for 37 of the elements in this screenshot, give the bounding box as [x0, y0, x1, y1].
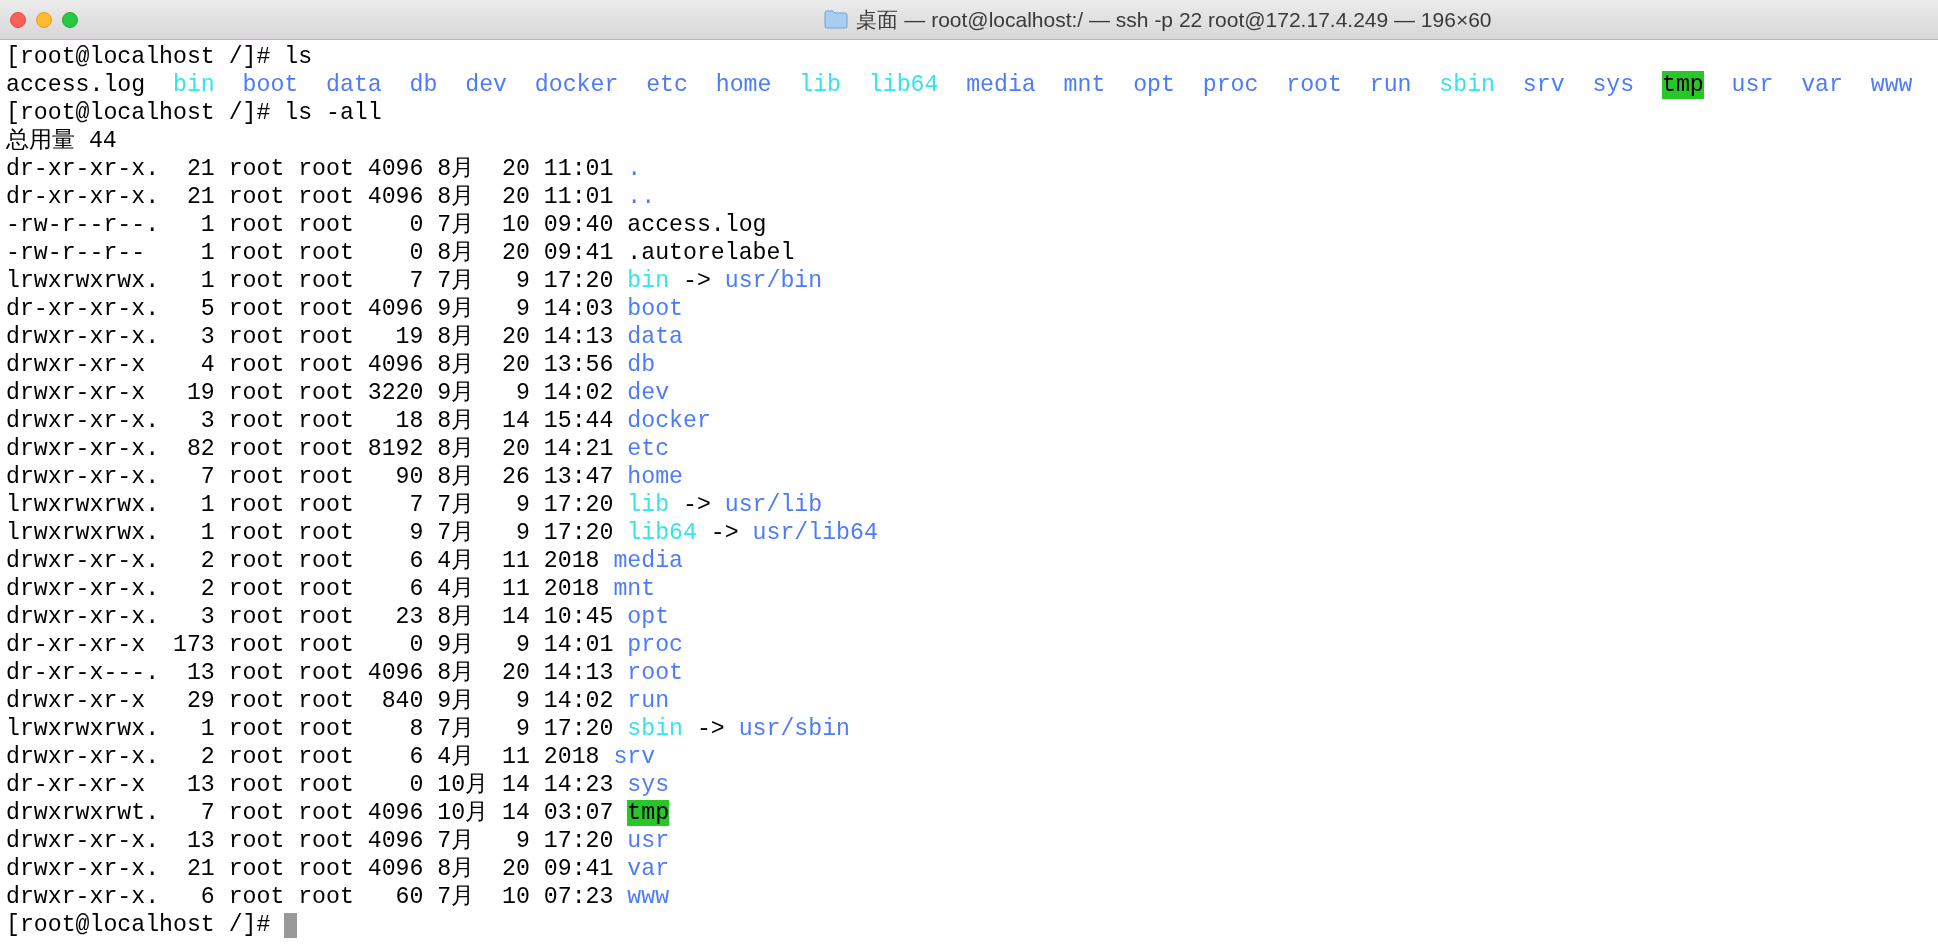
- terminal-line: drwxr-xr-x. 7 root root 90 8月 26 13:47 home: [6, 463, 683, 491]
- terminal-line: lrwxrwxrwx. 1 root root 7 7月 9 17:20 bin -> usr/bin: [6, 267, 823, 295]
- terminal-line: drwxrwxrwt. 7 root root 4096 10月 14 03:07 tmp: [6, 799, 670, 827]
- terminal-line: drwxr-xr-x. 2 root root 6 4月 11 2018 mnt: [6, 575, 656, 603]
- window-title: 桌面 — root@localhost:/ — ssh -p 22 root@172.17.4.249 — 196×60: [856, 6, 1492, 33]
- terminal-line: drwxr-xr-x. 2 root root 6 4月 11 2018 media: [6, 547, 683, 575]
- minimize-button[interactable]: [36, 11, 52, 28]
- terminal-line: -rw-r--r--. 1 root root 0 7月 10 09:40 access.log: [6, 211, 767, 239]
- terminal-line: dr-xr-xr-x. 21 root root 4096 8月 20 11:01 ..: [6, 183, 656, 211]
- terminal-line: drwxr-xr-x. 3 root root 19 8月 20 14:13 data: [6, 323, 683, 351]
- zoom-button[interactable]: [62, 11, 78, 28]
- terminal-line: 总用量 44: [6, 127, 117, 155]
- terminal-line: lrwxrwxrwx. 1 root root 8 7月 9 17:20 sbin -> usr/sbin: [6, 715, 850, 743]
- folder-icon: [824, 10, 849, 29]
- terminal-line: drwxr-xr-x 29 root root 840 9月 9 14:02 run: [6, 687, 670, 715]
- terminal-line: drwxr-xr-x. 6 root root 60 7月 10 07:23 www: [6, 883, 670, 911]
- terminal-line: [root@localhost /]#: [6, 911, 272, 939]
- terminal-line: dr-xr-xr-x 173 root root 0 9月 9 14:01 proc: [6, 631, 683, 659]
- terminal-line: drwxr-xr-x. 13 root root 4096 7月 9 17:20 usr: [6, 827, 670, 855]
- terminal-line: drwxr-xr-x. 82 root root 8192 8月 20 14:21 etc: [6, 435, 670, 463]
- terminal-line: access.log bin boot data db dev docker etc home lib lib64 media mnt opt proc root run sbin srv sys tmp usr var www: [6, 71, 1913, 99]
- terminal-line: dr-xr-xr-x 13 root root 0 10月 14 14:23 sys: [6, 771, 670, 799]
- terminal-line: drwxr-xr-x. 3 root root 18 8月 14 15:44 docker: [6, 407, 711, 435]
- terminal-line: lrwxrwxrwx. 1 root root 9 7月 9 17:20 lib64 -> usr/lib64: [6, 519, 878, 547]
- terminal-line: [root@localhost /]# ls -all: [6, 99, 382, 127]
- terminal-line: drwxr-xr-x. 3 root root 23 8月 14 10:45 opt: [6, 603, 670, 631]
- terminal-line: dr-xr-x---. 13 root root 4096 8月 20 14:13 root: [6, 659, 683, 687]
- terminal-line: drwxr-xr-x. 21 root root 4096 8月 20 09:41 var: [6, 855, 670, 883]
- terminal-line: drwxr-xr-x 4 root root 4096 8月 20 13:56 db: [6, 351, 656, 379]
- close-button[interactable]: [10, 11, 26, 28]
- terminal-line: dr-xr-xr-x. 21 root root 4096 8月 20 11:01 .: [6, 155, 642, 183]
- terminal-line: -rw-r--r-- 1 root root 0 8月 20 09:41 .autorelabel: [6, 239, 795, 267]
- terminal-line: drwxr-xr-x. 2 root root 6 4月 11 2018 srv: [6, 743, 656, 771]
- terminal-line: [root@localhost /]# ls: [6, 43, 313, 71]
- terminal-line: drwxr-xr-x 19 root root 3220 9月 9 14:02 dev: [6, 379, 670, 407]
- terminal-line: lrwxrwxrwx. 1 root root 7 7月 9 17:20 lib -> usr/lib: [6, 491, 823, 519]
- terminal-line: dr-xr-xr-x. 5 root root 4096 9月 9 14:03 boot: [6, 295, 683, 323]
